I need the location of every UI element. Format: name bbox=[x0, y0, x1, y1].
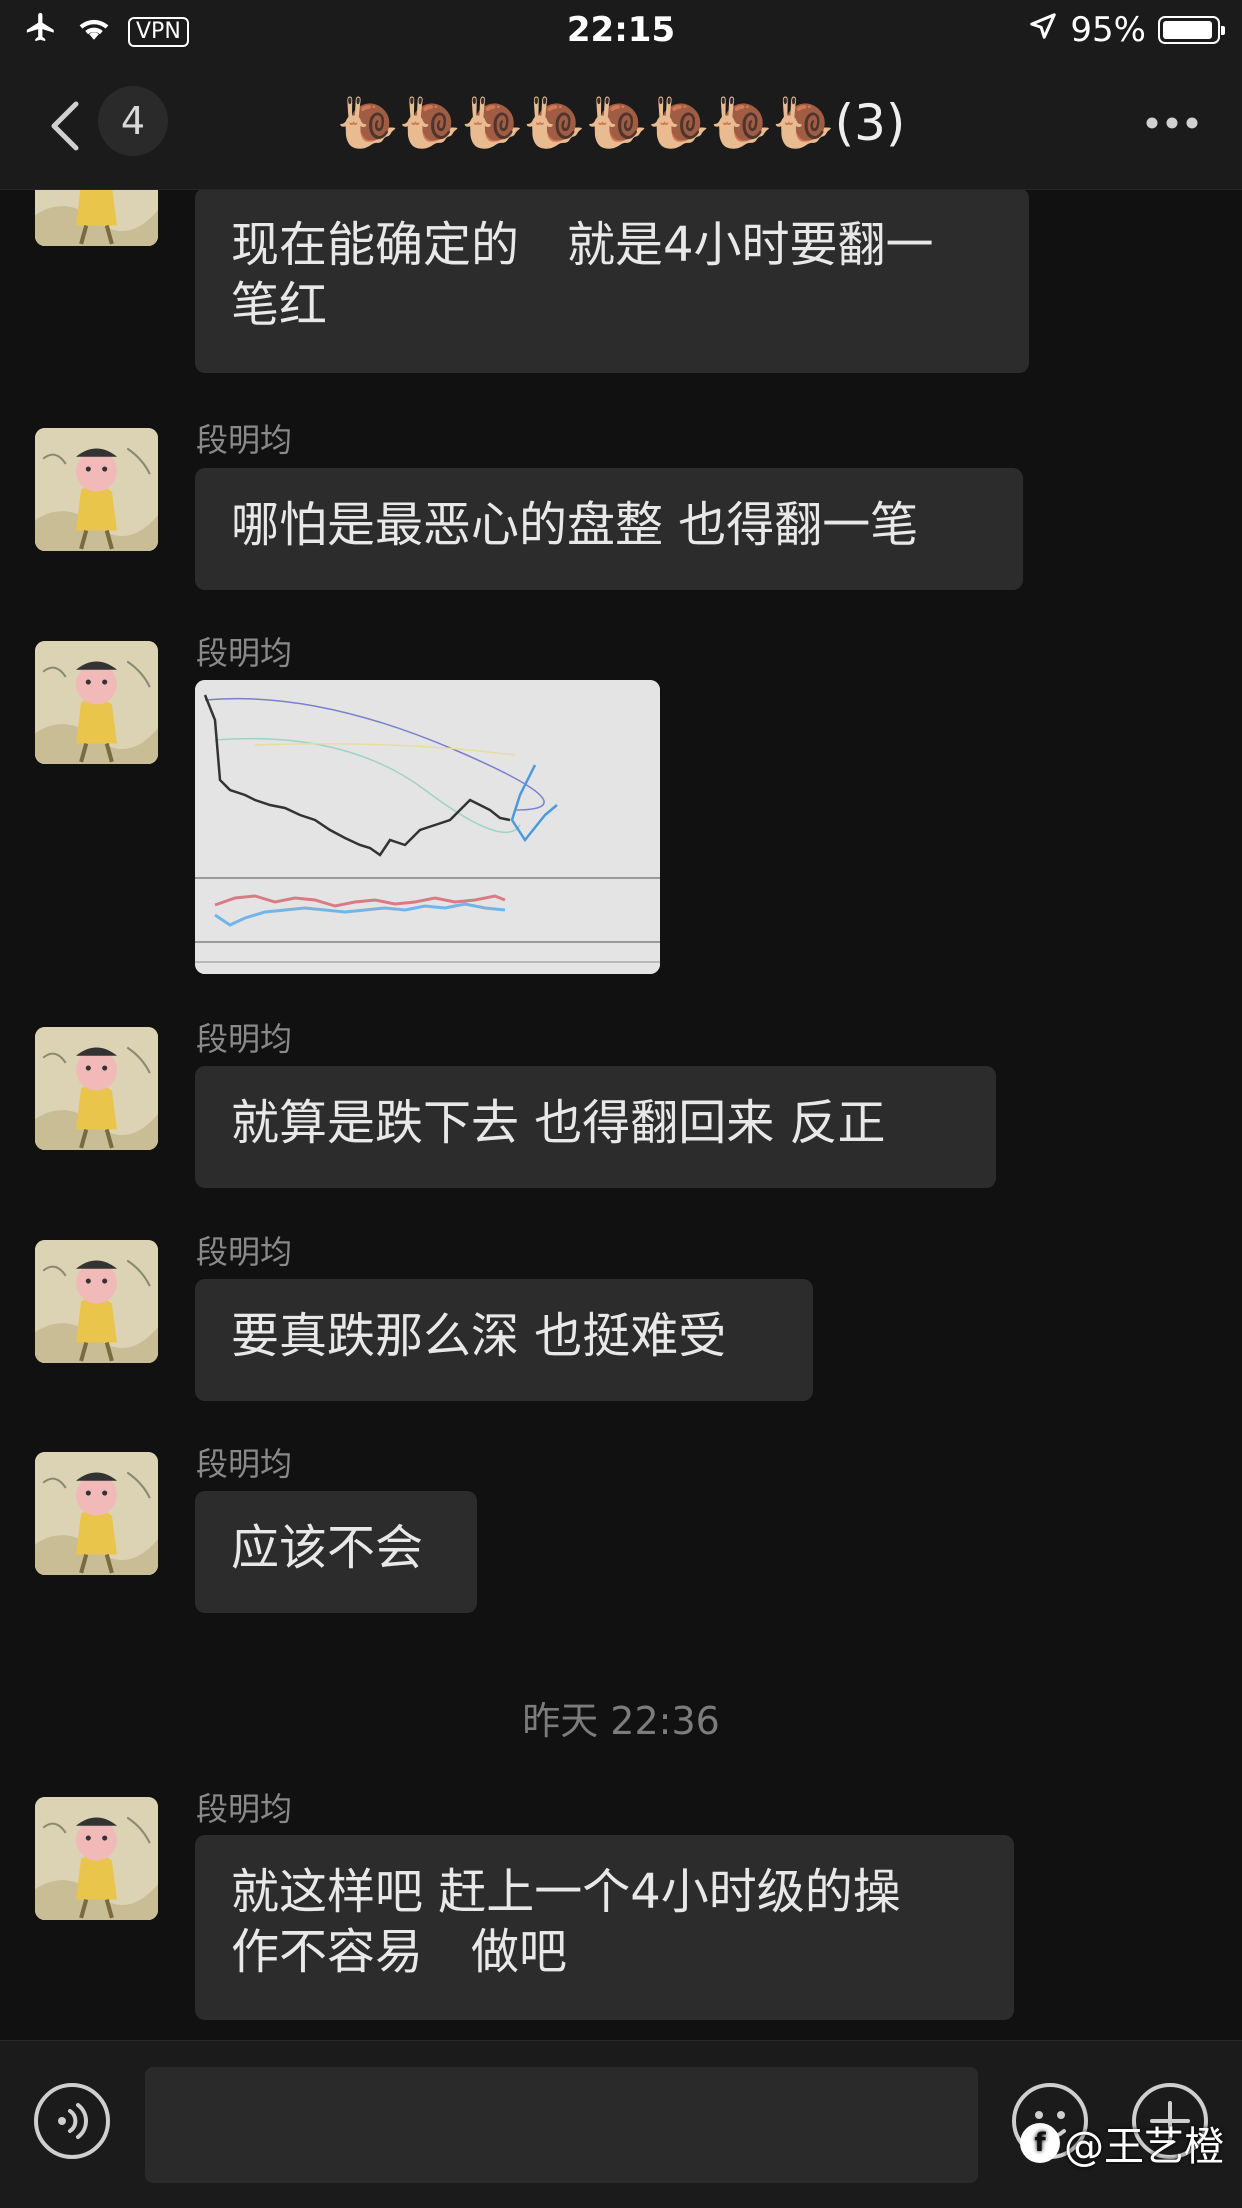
battery-icon bbox=[1158, 16, 1225, 44]
sender-avatar[interactable] bbox=[35, 1027, 158, 1150]
avatar-illustration bbox=[35, 1240, 158, 1363]
battery-percent: 95% bbox=[1070, 10, 1146, 50]
sender-name: 段明均 bbox=[196, 1445, 293, 1483]
sender-avatar[interactable] bbox=[35, 1797, 158, 1920]
voice-button[interactable] bbox=[32, 2081, 112, 2161]
sender-name: 段明均 bbox=[196, 1233, 293, 1271]
message-bubble[interactable]: 就这样吧 赶上一个4小时级的操 作不容易 做吧 bbox=[195, 1835, 1014, 2020]
avatar-illustration bbox=[35, 1027, 158, 1150]
message-bubble[interactable]: 就算是跌下去 也得翻回来 反正 bbox=[195, 1066, 996, 1188]
sender-name: 段明均 bbox=[196, 1020, 293, 1058]
sender-avatar[interactable] bbox=[35, 641, 158, 764]
status-right: 95% bbox=[1028, 10, 1225, 50]
sender-name: 段明均 bbox=[196, 1790, 293, 1828]
message-bubble[interactable]: 应该不会 bbox=[195, 1491, 477, 1613]
message-bubble[interactable]: 哪怕是最恶心的盘整 也得翻一笔 bbox=[195, 468, 1023, 590]
avatar-illustration bbox=[35, 1452, 158, 1575]
watermark-text: @王艺橙 bbox=[1064, 2124, 1224, 2170]
chat-title: 🐌🐌🐌🐌🐌🐌🐌🐌(3) bbox=[336, 94, 906, 152]
sender-name: 段明均 bbox=[196, 634, 293, 672]
time-divider: 昨天 22:36 bbox=[522, 1699, 720, 1743]
image-message[interactable] bbox=[195, 680, 660, 974]
chat-header: 4 🐌🐌🐌🐌🐌🐌🐌🐌(3) bbox=[0, 62, 1242, 190]
sender-name: 段明均 bbox=[196, 421, 293, 459]
sender-avatar[interactable] bbox=[35, 1452, 158, 1575]
status-bar: VPN 22:15 95% bbox=[0, 0, 1242, 62]
stock-chart-thumbnail bbox=[195, 680, 660, 974]
avatar-illustration bbox=[35, 190, 158, 246]
watermark-logo: f bbox=[1020, 2123, 1060, 2163]
sender-avatar[interactable] bbox=[35, 190, 158, 246]
sender-avatar[interactable] bbox=[35, 428, 158, 551]
message-bubble[interactable]: 现在能确定的 就是4小时要翻一 笔红 bbox=[195, 190, 1029, 373]
voice-icon bbox=[34, 2083, 110, 2159]
message-list[interactable]: 现在能确定的 就是4小时要翻一 笔红 段明均 哪怕是最恶心的盘整 也得翻一笔 段… bbox=[0, 190, 1242, 2040]
message-input[interactable] bbox=[145, 2067, 978, 2183]
message-bubble[interactable]: 要真跌那么深 也挺难受 bbox=[195, 1279, 813, 1401]
more-icon bbox=[1146, 117, 1198, 129]
avatar-illustration bbox=[35, 1797, 158, 1920]
avatar-illustration bbox=[35, 428, 158, 551]
battery-fill bbox=[1163, 21, 1213, 39]
watermark: f @王艺橙 bbox=[1020, 2114, 1224, 2172]
sender-avatar[interactable] bbox=[35, 1240, 158, 1363]
more-button[interactable] bbox=[1142, 108, 1202, 138]
avatar-illustration bbox=[35, 641, 158, 764]
location-arrow-icon bbox=[1028, 10, 1058, 50]
